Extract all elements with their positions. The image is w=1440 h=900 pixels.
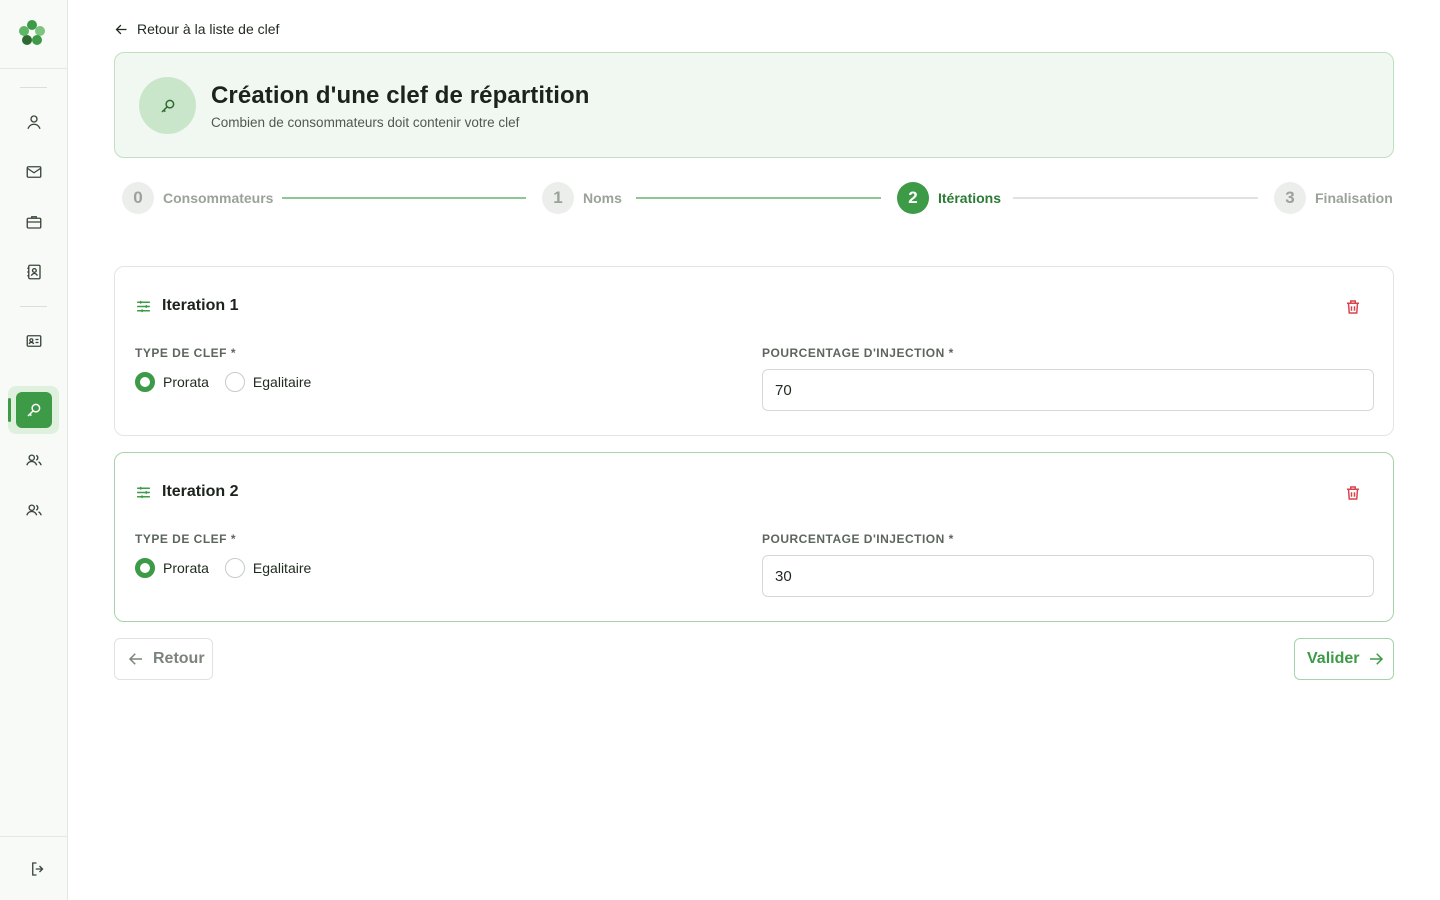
step-iterations[interactable]: 2 Itérations — [897, 182, 1001, 214]
sidebar-item-users[interactable] — [16, 442, 52, 478]
sidebar-item-briefcase[interactable] — [16, 204, 52, 240]
radio-egalitaire[interactable]: Egalitaire — [224, 372, 312, 392]
contact-book-icon — [27, 264, 41, 280]
iteration-title: Iteration 2 — [162, 483, 239, 500]
radio-button-checked[interactable] — [135, 372, 155, 392]
radio-label: Prorata — [163, 374, 209, 390]
sidebar-separator — [20, 306, 47, 307]
radio-label: Egalitaire — [252, 560, 312, 576]
injection-percent-label: POURCENTAGE D'INJECTION * — [762, 346, 954, 360]
sidebar-item-mail[interactable] — [16, 154, 52, 190]
sidebar-active-indicator — [8, 398, 11, 422]
radio-prorata[interactable]: Prorata — [135, 558, 209, 578]
logo-icon — [19, 20, 45, 45]
key-icon — [27, 403, 41, 417]
step-label: Noms — [583, 190, 622, 206]
injection-percent-input[interactable]: 30 — [762, 555, 1374, 597]
radio-button[interactable] — [224, 372, 245, 392]
mail-icon — [26, 166, 42, 178]
step-number: 3 — [1274, 182, 1306, 214]
step-label: Itérations — [938, 190, 1002, 206]
page-header: Création d'une clef de répartition Combi… — [114, 52, 1394, 158]
key-type-radio-group: Prorata Egalitaire — [135, 558, 311, 578]
sidebar-divider — [0, 68, 68, 69]
key-type-label: TYPE DE CLEF * — [135, 532, 237, 546]
iteration-header: Iteration 2 — [135, 483, 238, 501]
radio-label: Prorata — [163, 560, 209, 576]
sidebar-separator — [20, 87, 47, 88]
users-group-icon — [26, 504, 42, 516]
step-number: 1 — [542, 182, 574, 214]
briefcase-icon — [26, 216, 42, 229]
radio-button-checked[interactable] — [135, 558, 155, 578]
trash-icon — [1347, 300, 1359, 314]
arrow-left-icon — [115, 24, 127, 34]
users-icon — [26, 454, 42, 466]
step-label: Finalisation — [1315, 190, 1393, 206]
sidebar — [0, 0, 68, 900]
back-to-list-link[interactable]: Retour à la liste de clef — [114, 21, 279, 37]
step-connector — [1013, 197, 1258, 199]
validate-button-label: Valider — [1307, 650, 1360, 667]
page-subtitle: Combien de consommateurs doit contenir v… — [211, 115, 520, 130]
key-icon — [160, 99, 174, 113]
key-type-label: TYPE DE CLEF * — [135, 346, 237, 360]
validate-button[interactable]: Valider — [1294, 638, 1394, 680]
iteration-header: Iteration 1 — [135, 297, 238, 315]
logout-icon — [32, 862, 44, 876]
radio-button[interactable] — [224, 558, 245, 578]
arrow-left-icon — [128, 653, 142, 665]
logout-button[interactable] — [20, 851, 56, 887]
back-button-label: Retour — [153, 650, 205, 667]
step-connector — [636, 197, 881, 199]
sidebar-item-user[interactable] — [16, 104, 52, 140]
stepper: 0 Consommateurs 1 Noms 2 Itérations 3 Fi… — [114, 180, 1394, 218]
trash-icon — [1347, 486, 1359, 500]
back-button[interactable]: Retour — [114, 638, 213, 680]
step-finalisation[interactable]: 3 Finalisation — [1274, 182, 1393, 214]
delete-iteration-button[interactable] — [1343, 483, 1363, 503]
sliders-icon — [137, 486, 150, 498]
page-title: Création d'une clef de répartition — [211, 82, 590, 109]
sliders-icon — [137, 300, 150, 312]
sidebar-item-groups[interactable] — [16, 492, 52, 528]
user-icon — [27, 115, 41, 130]
iteration-title: Iteration 1 — [162, 297, 239, 314]
iteration-card: Iteration 1 TYPE DE CLEF * Prorata Egali… — [114, 266, 1394, 436]
back-link-label: Retour à la liste de clef — [137, 21, 280, 37]
step-connector — [282, 197, 526, 199]
key-type-radio-group: Prorata Egalitaire — [135, 372, 311, 392]
step-noms[interactable]: 1 Noms — [542, 182, 622, 214]
sidebar-item-keys[interactable] — [16, 392, 52, 428]
step-label: Consommateurs — [163, 190, 274, 206]
sidebar-item-contacts[interactable] — [16, 254, 52, 290]
radio-prorata[interactable]: Prorata — [135, 372, 209, 392]
step-number: 2 — [897, 182, 929, 214]
radio-label: Egalitaire — [252, 374, 312, 390]
sidebar-divider — [0, 836, 68, 837]
sidebar-item-id-card[interactable] — [16, 323, 52, 359]
delete-iteration-button[interactable] — [1343, 297, 1363, 317]
step-consommateurs[interactable]: 0 Consommateurs — [122, 182, 273, 214]
injection-percent-input[interactable]: 70 — [762, 369, 1374, 411]
step-number: 0 — [122, 182, 154, 214]
iteration-card: Iteration 2 TYPE DE CLEF * Prorata Egali… — [114, 452, 1394, 622]
radio-egalitaire[interactable]: Egalitaire — [224, 558, 312, 578]
id-card-icon — [26, 335, 42, 347]
injection-percent-label: POURCENTAGE D'INJECTION * — [762, 532, 954, 546]
arrow-right-icon — [1370, 653, 1384, 665]
header-icon-badge — [139, 77, 196, 134]
